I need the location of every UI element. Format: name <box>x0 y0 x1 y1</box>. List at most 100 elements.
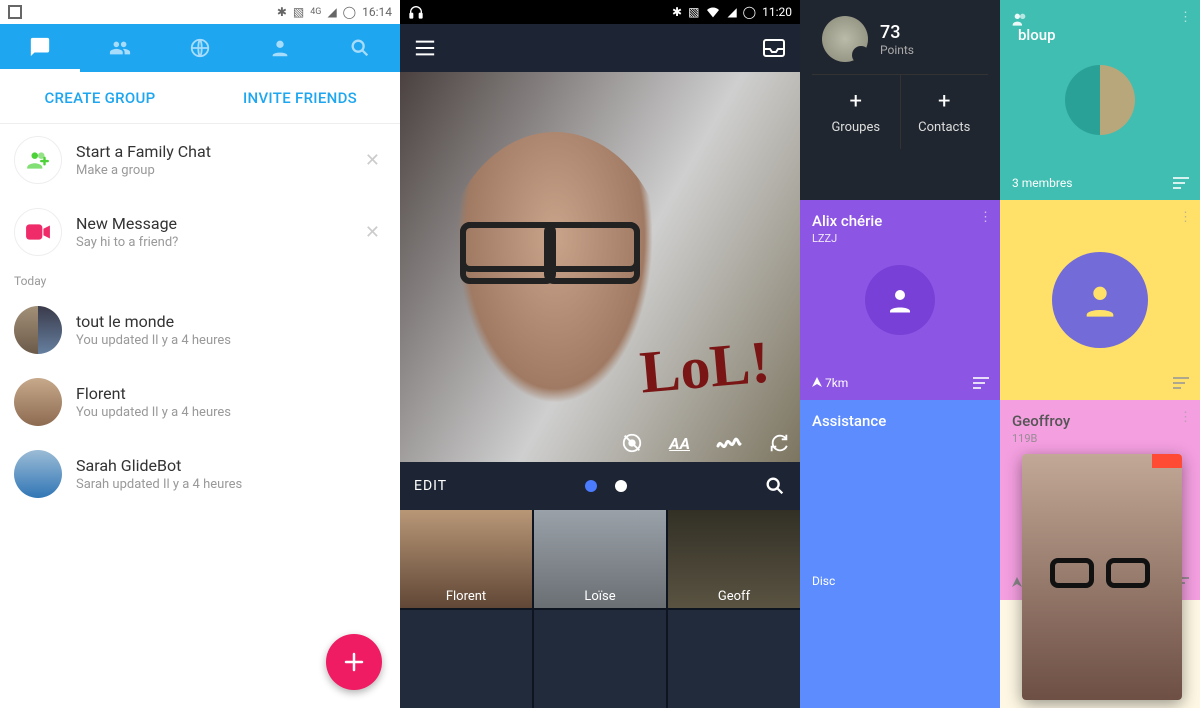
tab-friends[interactable] <box>80 24 160 72</box>
gear-icon[interactable]: ✿ <box>853 47 869 63</box>
list-item-title: New Message <box>76 214 345 233</box>
menu-icon[interactable] <box>414 39 436 57</box>
tile-code: LZZJ <box>812 232 988 245</box>
points-label: Points <box>880 43 914 57</box>
no-flash-icon[interactable] <box>621 432 643 454</box>
disc-label: Disc <box>812 574 835 588</box>
switch-camera-icon[interactable] <box>768 432 790 454</box>
person-icon <box>865 265 935 335</box>
tile-code: 119B <box>1012 432 1188 445</box>
contact-tile-empty[interactable] <box>534 610 666 708</box>
header-buttons: + Groupes + Contacts <box>812 74 988 149</box>
video-icon <box>14 208 62 256</box>
chat-title: Florent <box>76 384 386 403</box>
contact-tile-empty[interactable] <box>668 610 800 708</box>
list-item[interactable]: Start a Family Chat Make a group ✕ <box>0 124 400 196</box>
chat-sub: Sarah updated Il y a 4 heures <box>76 477 386 492</box>
avatar <box>14 450 62 498</box>
contact-name: Geoff <box>718 589 750 604</box>
plus-icon: + <box>901 89 989 114</box>
contact-name: Loïse <box>584 589 615 604</box>
selfie-card[interactable] <box>1022 454 1182 700</box>
edit-button[interactable]: EDIT <box>414 478 447 494</box>
draw-tool-icon[interactable] <box>716 434 742 452</box>
avatar <box>14 306 62 354</box>
list-item-title: Start a Family Chat <box>76 142 345 161</box>
edit-bar: EDIT <box>400 462 800 510</box>
distance-value: 7km <box>825 376 848 390</box>
suggestion-list: Start a Family Chat Make a group ✕ New M… <box>0 124 400 268</box>
tab-profile[interactable] <box>240 24 320 72</box>
chat-title: Sarah GlideBot <box>76 456 386 475</box>
add-group-button[interactable]: + Groupes <box>812 75 900 149</box>
chat-list: tout le monde You updated Il y a 4 heure… <box>0 294 400 510</box>
chat-info: Sarah GlideBot Sarah updated Il y a 4 he… <box>76 456 386 492</box>
glasses-placeholder <box>460 222 640 272</box>
more-icon[interactable]: ⋮ <box>1179 210 1192 225</box>
loading-icon: ◯ <box>343 5 356 19</box>
more-icon[interactable]: ⋮ <box>979 210 992 225</box>
points-value: 73 <box>880 22 914 43</box>
contact-tile-alix[interactable]: Alix chérie LZZJ ⋮ 7km <box>800 200 1000 400</box>
annotation-text: LoL! <box>637 327 773 407</box>
list-item-info: Start a Family Chat Make a group <box>76 142 345 178</box>
chat-item[interactable]: tout le monde You updated Il y a 4 heure… <box>0 294 400 366</box>
distance-label: 7km <box>812 376 848 390</box>
add-contact-button[interactable]: + Contacts <box>900 75 989 149</box>
panel-camera: ✱ ▧ ◢ ◯ 11:20 LoL! AA <box>400 0 800 708</box>
nfc-icon: ▧ <box>293 5 304 19</box>
assistance-tile[interactable]: Assistance Disc <box>800 400 1000 708</box>
chat-item[interactable]: Florent You updated Il y a 4 heures <box>0 366 400 438</box>
list-item[interactable]: New Message Say hi to a friend? ✕ <box>0 196 400 268</box>
status-bar: ✱ ▧ ◢ ◯ 11:20 <box>400 0 800 24</box>
list-icon[interactable] <box>972 376 990 390</box>
person-icon <box>1052 252 1148 348</box>
clock: 11:20 <box>762 5 792 19</box>
tile-title: bloup <box>1018 26 1056 44</box>
tab-discover[interactable] <box>160 24 240 72</box>
contact-tile[interactable]: Florent <box>400 510 532 608</box>
loading-icon: ◯ <box>743 5 756 19</box>
text-tool-button[interactable]: AA <box>669 434 690 453</box>
more-icon[interactable]: ⋮ <box>1179 410 1192 425</box>
status-bar: ✱ ▧ 4G ◢ ◯ 16:14 <box>0 0 400 24</box>
contact-tile[interactable]: Loïse <box>534 510 666 608</box>
camera-preview[interactable]: LoL! AA <box>400 72 800 462</box>
button-label: Groupes <box>831 120 880 135</box>
group-add-icon <box>14 136 62 184</box>
list-item-info: New Message Say hi to a friend? <box>76 214 345 250</box>
search-icon[interactable] <box>764 475 786 497</box>
header-tile: ✿ 73 Points + Groupes + Contacts <box>800 0 1000 200</box>
page-dot-active[interactable] <box>585 480 597 492</box>
create-group-button[interactable]: CREATE GROUP <box>0 89 200 107</box>
tab-chats[interactable] <box>0 24 80 72</box>
member-count: 3 membres <box>1012 176 1072 190</box>
compose-fab[interactable] <box>326 634 382 690</box>
rec-indicator <box>1152 454 1182 468</box>
inbox-icon[interactable] <box>762 38 786 58</box>
invite-friends-button[interactable]: INVITE FRIENDS <box>200 89 400 107</box>
avatar[interactable]: ✿ <box>822 16 868 62</box>
list-icon[interactable] <box>1172 376 1190 390</box>
more-icon[interactable]: ⋮ <box>1179 10 1192 25</box>
contact-tile[interactable]: Geoff <box>668 510 800 608</box>
dismiss-button[interactable]: ✕ <box>359 216 386 249</box>
page-dot[interactable] <box>615 480 627 492</box>
section-header: Today <box>0 268 400 294</box>
contact-grid: Florent Loïse Geoff <box>400 510 800 708</box>
panel-tiles: ✿ 73 Points + Groupes + Contacts bloup ⋮… <box>800 0 1200 708</box>
contact-tile-empty[interactable] <box>400 610 532 708</box>
chat-info: tout le monde You updated Il y a 4 heure… <box>76 312 386 348</box>
tab-search[interactable] <box>320 24 400 72</box>
tile-title: Geoffroy <box>1012 412 1188 430</box>
bluetooth-icon: ✱ <box>277 5 287 19</box>
wifi-icon <box>705 5 721 19</box>
contact-name: Florent <box>446 589 486 604</box>
action-bar: CREATE GROUP INVITE FRIENDS <box>0 72 400 124</box>
points-block: 73 Points <box>880 22 914 57</box>
contact-tile-blank[interactable]: ⋮ <box>1000 200 1200 400</box>
chat-item[interactable]: Sarah GlideBot Sarah updated Il y a 4 he… <box>0 438 400 510</box>
dismiss-button[interactable]: ✕ <box>359 144 386 177</box>
list-icon[interactable] <box>1172 176 1190 190</box>
group-tile-bloup[interactable]: bloup ⋮ 3 membres <box>1000 0 1200 200</box>
